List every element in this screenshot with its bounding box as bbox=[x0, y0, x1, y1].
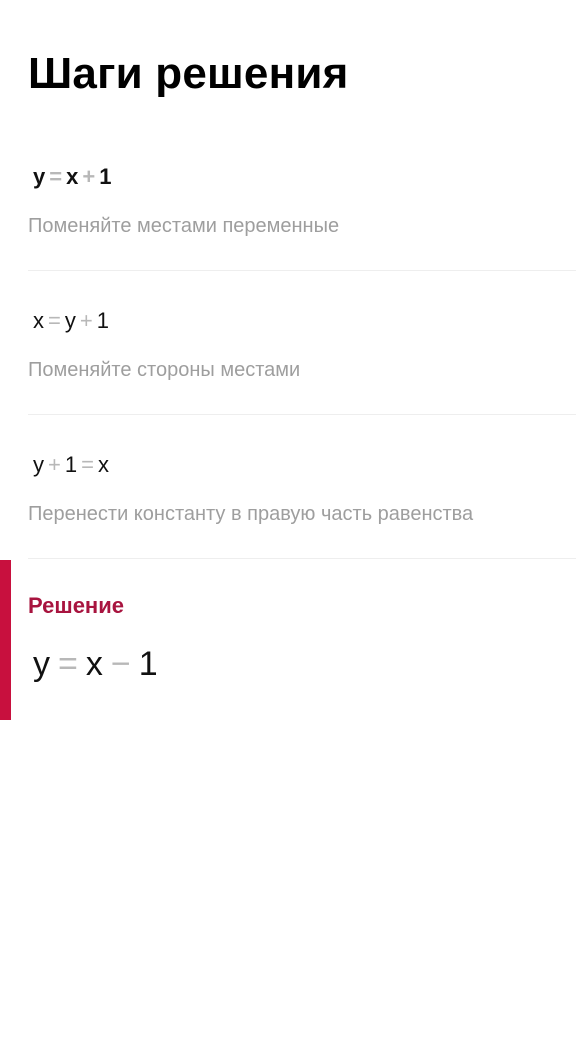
equation-term: x bbox=[97, 452, 109, 477]
solution-section: Решение y = x −1 bbox=[0, 560, 576, 720]
solution-equation: y = x −1 bbox=[33, 644, 158, 684]
equation-term: x bbox=[85, 645, 103, 683]
equation-operator: = bbox=[49, 164, 63, 189]
step-item: y = x +1 Поменяйте местами переменные bbox=[28, 160, 576, 271]
solution-accent-bar bbox=[0, 560, 11, 720]
step-description: Поменяйте стороны местами bbox=[28, 359, 301, 381]
step-equation: y +1 = x bbox=[33, 448, 109, 482]
equation-term: y bbox=[64, 308, 76, 333]
equation-operator: = bbox=[58, 645, 78, 683]
solution-steps-page: Шаги решения y = x +1 Поменяйте местами пер… bbox=[0, 0, 576, 1050]
solution-label: Решение bbox=[28, 593, 124, 618]
equation-term: x bbox=[33, 308, 44, 333]
step-item: y +1 = x Перенести константу в правую часть… bbox=[28, 448, 576, 559]
equation-operator: + bbox=[48, 452, 61, 477]
step-equation: x = y +1 bbox=[33, 304, 109, 338]
equation-term: y bbox=[33, 452, 44, 477]
equation-operator: + bbox=[82, 164, 96, 189]
equation-operator: + bbox=[79, 308, 93, 333]
step-item: x = y +1 Поменяйте стороны местами bbox=[28, 304, 576, 415]
equation-term: y bbox=[33, 164, 46, 189]
page-title: Шаги решения bbox=[28, 49, 349, 98]
equation-operator: − bbox=[110, 645, 131, 683]
equation-operator: = bbox=[81, 452, 94, 477]
equation-term: x bbox=[66, 164, 79, 189]
equation-term: y bbox=[33, 645, 50, 683]
equation-term: 1 bbox=[99, 164, 112, 189]
equation-term: 1 bbox=[138, 645, 158, 683]
step-description: Поменяйте местами переменные bbox=[28, 215, 340, 237]
equation-operator: = bbox=[48, 308, 61, 333]
step-description: Перенести константу в правую часть равен… bbox=[28, 503, 474, 525]
equation-term: 1 bbox=[64, 452, 78, 477]
step-equation: y = x +1 bbox=[33, 160, 111, 194]
equation-term: 1 bbox=[96, 308, 109, 333]
